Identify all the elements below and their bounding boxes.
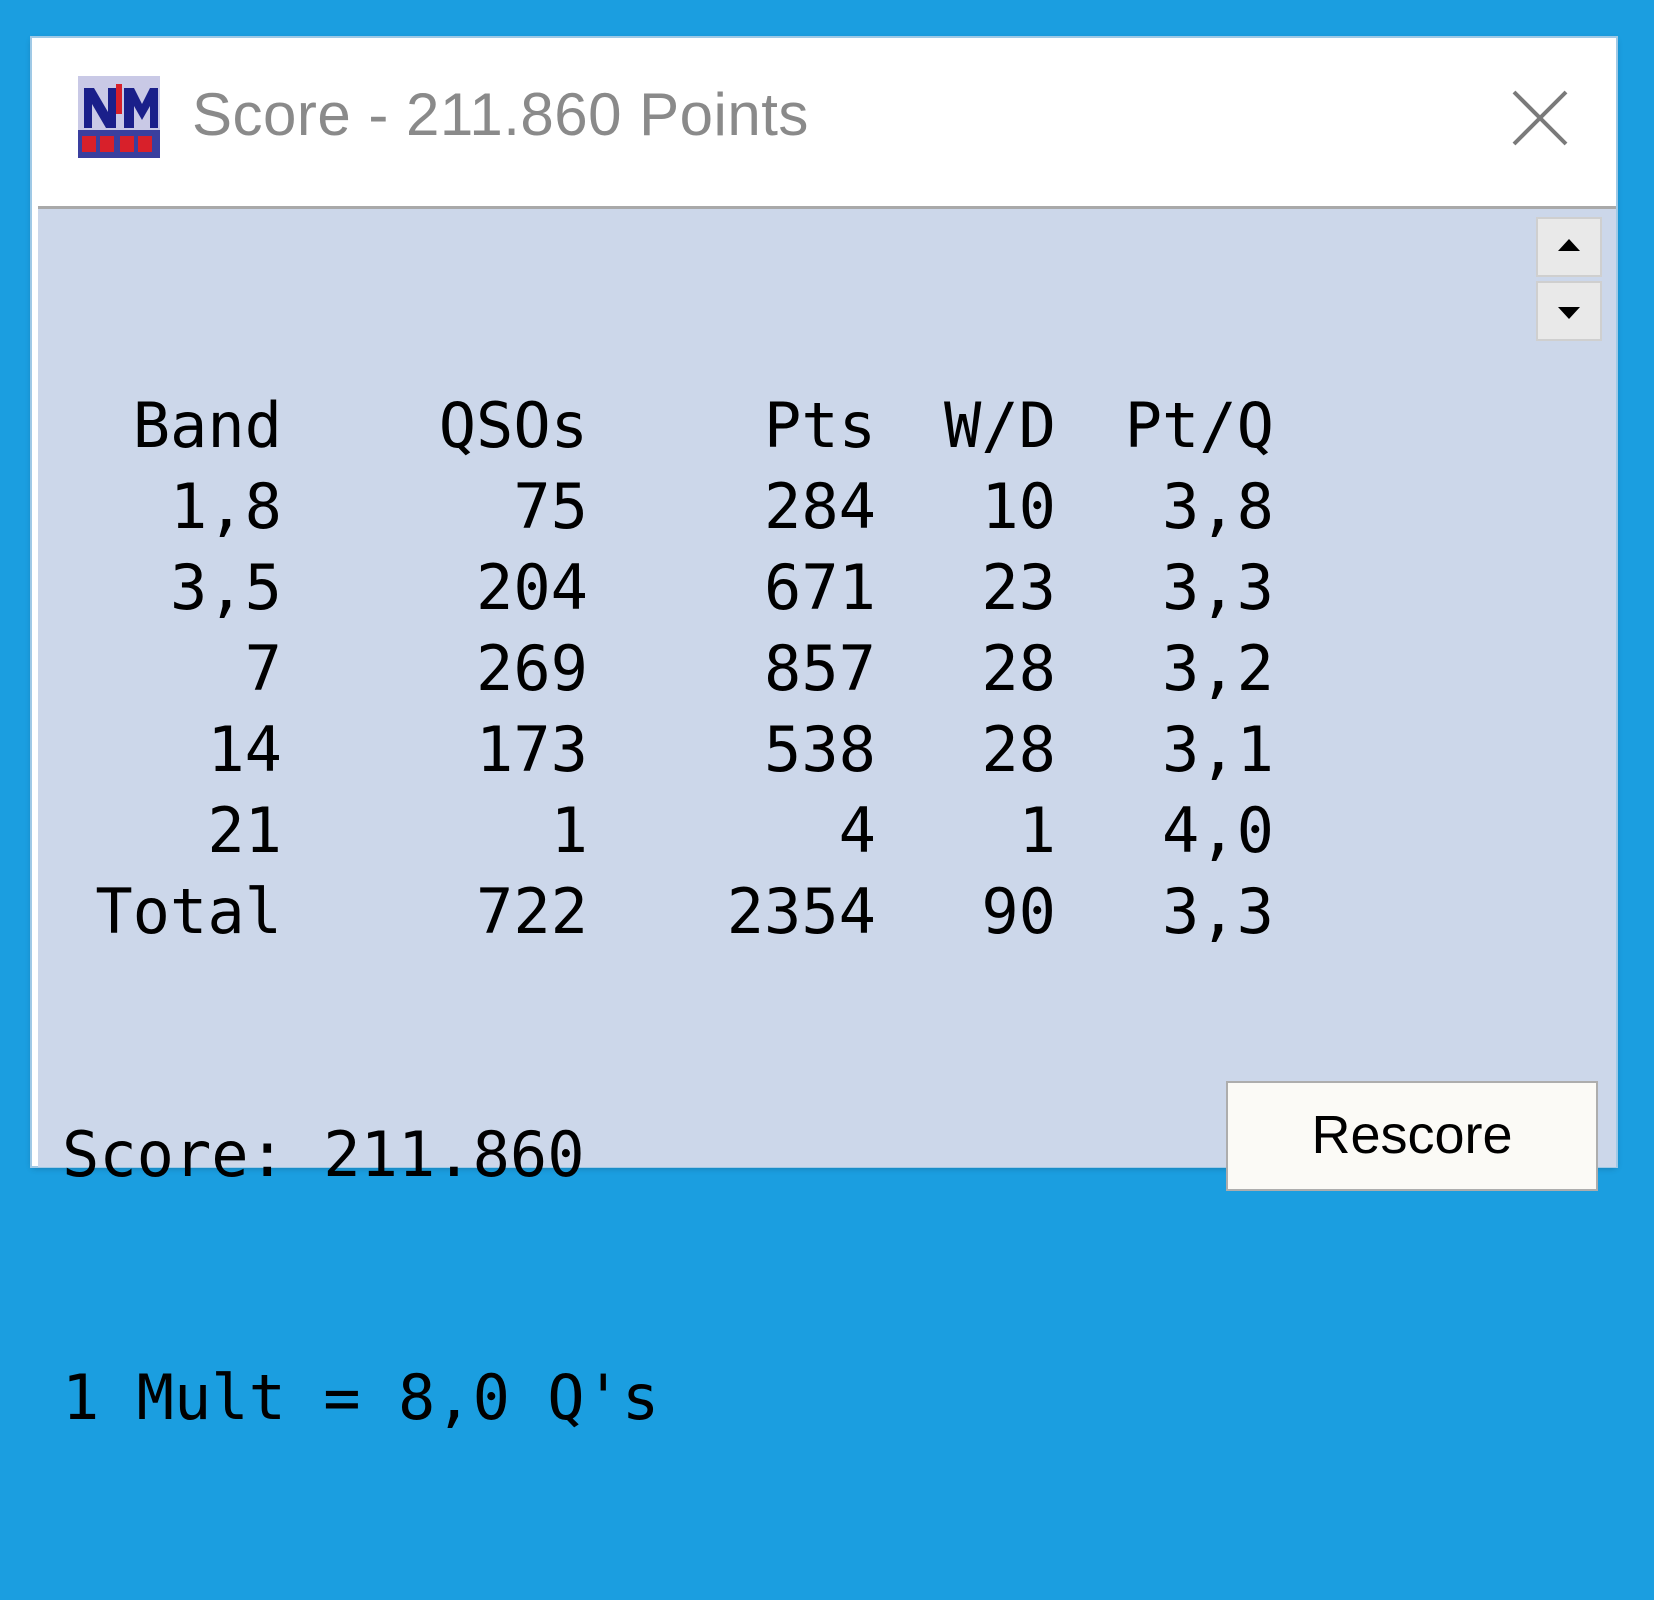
- cell-ptq: 3,2: [1162, 632, 1274, 705]
- table-header-row: Band QSOs Pts W/D Pt/Q: [62, 385, 1274, 466]
- cell-wd: 90: [981, 875, 1056, 948]
- table-row: 1,8 75 284 10 3,8: [62, 466, 1274, 547]
- cell-pts: 284: [764, 470, 876, 543]
- score-summary: Score: 211.860: [62, 1118, 585, 1191]
- cell-band: Total: [95, 875, 282, 948]
- cell-pts: 671: [764, 551, 876, 624]
- window-title: Score - 211.860 Points: [192, 81, 809, 148]
- cell-pts: 857: [764, 632, 876, 705]
- mult-summary: 1 Mult = 8,0 Q's: [62, 1361, 660, 1434]
- cell-qsos: 1: [550, 794, 588, 867]
- header-pts: Pts: [764, 389, 876, 462]
- cell-wd: 1: [1018, 794, 1056, 867]
- cell-qsos: 269: [476, 632, 588, 705]
- cell-ptq: 3,3: [1162, 875, 1274, 948]
- rescore-button[interactable]: Rescore: [1226, 1081, 1598, 1191]
- table-row: 14 173 538 28 3,1: [62, 709, 1274, 790]
- cell-band: 14: [207, 713, 282, 786]
- cell-qsos: 722: [476, 875, 588, 948]
- table-row: 3,5 204 671 23 3,3: [62, 547, 1274, 628]
- table-row: 21 1 4 1 4,0: [62, 790, 1274, 871]
- cell-pts: 2354: [726, 875, 876, 948]
- header-band: Band: [132, 389, 282, 462]
- cell-ptq: 3,3: [1162, 551, 1274, 624]
- cell-band: 21: [207, 794, 282, 867]
- score-report: Band QSOs Pts W/D Pt/Q 1,8 75 284 10 3,8…: [62, 223, 1274, 1600]
- header-qsos: QSOs: [438, 389, 588, 462]
- cell-pts: 538: [764, 713, 876, 786]
- title-bar[interactable]: Score - 211.860 Points: [32, 38, 1616, 200]
- score-panel: Band QSOs Pts W/D Pt/Q 1,8 75 284 10 3,8…: [38, 206, 1616, 1434]
- cell-wd: 28: [981, 632, 1056, 705]
- cell-ptq: 3,8: [1162, 470, 1274, 543]
- table-total-row: Total 722 2354 90 3,3: [62, 871, 1274, 952]
- n1mm-logo-icon: [76, 74, 162, 160]
- cell-qsos: 173: [476, 713, 588, 786]
- table-row: 7 269 857 28 3,2: [62, 628, 1274, 709]
- cell-qsos: 75: [513, 470, 588, 543]
- cell-ptq: 4,0: [1162, 794, 1274, 867]
- cell-band: 7: [244, 632, 282, 705]
- cell-qsos: 204: [476, 551, 588, 624]
- scroll-up-button[interactable]: [1536, 217, 1602, 277]
- scroll-down-button[interactable]: [1536, 281, 1602, 341]
- close-icon[interactable]: [1500, 78, 1580, 158]
- cell-band: 1,8: [170, 470, 282, 543]
- cell-band: 3,5: [170, 551, 282, 624]
- scroll-down-arrow-icon: [1558, 307, 1580, 319]
- cell-ptq: 3,1: [1162, 713, 1274, 786]
- cell-wd: 28: [981, 713, 1056, 786]
- score-window: Score - 211.860 Points Band QSOs Pts W/D…: [32, 38, 1616, 1434]
- scroll-up-arrow-icon: [1558, 239, 1580, 251]
- cell-wd: 23: [981, 551, 1056, 624]
- score-table: Band QSOs Pts W/D Pt/Q 1,8 75 284 10 3,8…: [62, 385, 1274, 952]
- header-wd: W/D: [944, 389, 1056, 462]
- cell-pts: 4: [838, 794, 876, 867]
- header-ptq: Pt/Q: [1124, 389, 1274, 462]
- cell-wd: 10: [981, 470, 1056, 543]
- vertical-scrollbar[interactable]: [1536, 217, 1602, 343]
